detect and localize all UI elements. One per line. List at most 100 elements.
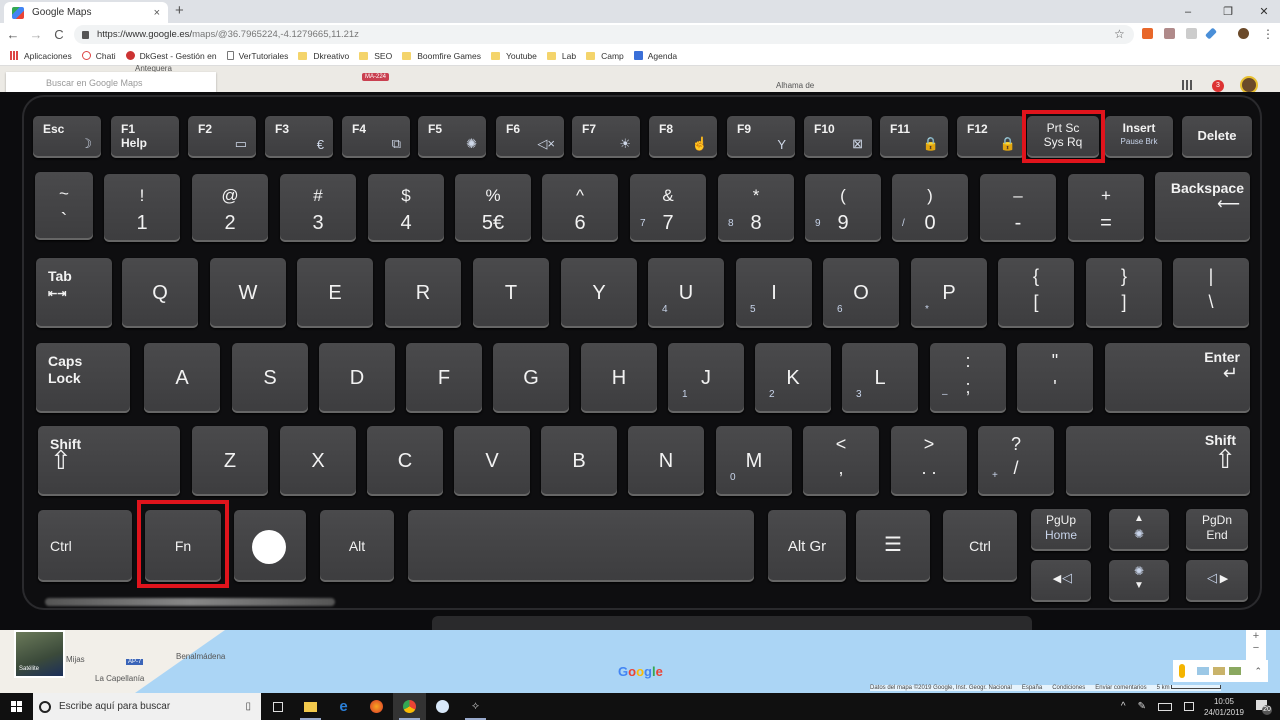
key-backspace[interactable]: Backspace ⟵ [1155, 172, 1250, 242]
key-w[interactable]: W [210, 258, 286, 328]
skype-extension-icon[interactable] [1186, 28, 1197, 39]
key-f[interactable]: F [406, 343, 482, 413]
key-e[interactable]: E [297, 258, 373, 328]
key-pgup[interactable]: PgUp Home [1031, 509, 1091, 551]
pegman-icon[interactable] [1179, 664, 1185, 678]
key-ctrl-right[interactable]: Ctrl [943, 510, 1017, 582]
map-feedback-link[interactable]: Enviar comentarios [1095, 685, 1146, 691]
key-space[interactable] [408, 510, 754, 582]
key-c[interactable]: C [367, 426, 443, 496]
key-f8[interactable]: F8 ☝ [649, 116, 717, 158]
key-f2[interactable]: F2 ▭ [188, 116, 256, 158]
key-shift-left[interactable]: Shift ⇧ [38, 426, 180, 496]
key-r[interactable]: R [385, 258, 461, 328]
taskbar-outlook[interactable] [426, 693, 459, 720]
key-tab[interactable]: Tab ⇤⇥ [36, 258, 112, 328]
zoom-in-button[interactable]: + [1246, 630, 1266, 642]
key-punct-bottom-2[interactable]: ? / + [978, 426, 1054, 496]
key-z[interactable]: Z [192, 426, 268, 496]
key-altgr[interactable]: Alt Gr [768, 510, 846, 582]
layer-thumb[interactable] [1197, 667, 1209, 675]
taskbar-edge[interactable]: e [327, 693, 360, 720]
key-=[interactable]: + = [1068, 174, 1144, 242]
taskbar-search-box[interactable]: Escribe aquí para buscar ▯ [33, 693, 261, 720]
tray-chevron-icon[interactable]: ^ [1121, 701, 1126, 712]
extension-icon[interactable] [1142, 28, 1153, 39]
key-bracket-1[interactable]: }] [1086, 258, 1162, 328]
key-prtsc[interactable]: Prt Sc Sys Rq [1027, 116, 1099, 158]
key-l[interactable]: L3 [842, 343, 918, 413]
google-apps-icon[interactable] [1182, 80, 1192, 90]
taskbar-app[interactable]: ⟡ [459, 693, 492, 720]
back-button[interactable]: ← [3, 27, 23, 42]
bookmark-vertutoriales[interactable]: VerTutoriales [226, 51, 288, 61]
taskbar-file-explorer[interactable] [294, 693, 327, 720]
layer-thumb[interactable] [1229, 667, 1241, 675]
clock[interactable]: 10:05 24/01/2019 [1204, 696, 1244, 718]
key-0[interactable]: ) 0/ [892, 174, 968, 242]
key-5€[interactable]: % 5€ [455, 174, 531, 242]
key-shift-right[interactable]: Shift ⇧ [1066, 426, 1250, 496]
key-f5[interactable]: F5 ✺ [418, 116, 486, 158]
bookmark-seo[interactable]: SEO [359, 51, 392, 61]
taskbar-firefox[interactable] [360, 693, 393, 720]
start-button[interactable] [0, 693, 33, 720]
action-center-icon[interactable]: 20 [1256, 699, 1272, 715]
bookmark-chati[interactable]: Chati [81, 51, 116, 61]
key-t[interactable]: T [473, 258, 549, 328]
key-right-arrow[interactable]: ◁ ▶ [1186, 560, 1248, 602]
key-windows[interactable] [234, 510, 306, 582]
key-enter[interactable]: Enter ↵ [1105, 343, 1250, 413]
key-f9[interactable]: F9 Y [727, 116, 795, 158]
layer-thumb[interactable] [1213, 667, 1225, 675]
map-region-link[interactable]: España [1022, 685, 1042, 691]
key-m[interactable]: M0 [716, 426, 792, 496]
key-f12[interactable]: F12 🔒 [957, 116, 1025, 158]
bookmark-aplicaciones[interactable]: Aplicaciones [10, 51, 72, 61]
key-down-arrow[interactable]: ✺ ▼ [1109, 560, 1169, 602]
forward-button[interactable]: → [26, 27, 46, 42]
key-8[interactable]: * 8 8 [718, 174, 794, 242]
key-y[interactable]: Y [561, 258, 637, 328]
expand-icon[interactable]: ⌃ [1254, 666, 1262, 677]
tab-google-maps[interactable]: Google Maps × [4, 2, 168, 23]
bookmark-youtube[interactable]: Youtube [491, 51, 537, 61]
map-terms-link[interactable]: Condiciones [1052, 685, 1085, 691]
bookmark-dkgest[interactable]: DkGest - Gestión en [125, 51, 217, 61]
notification-badge[interactable]: 3 [1212, 80, 1224, 92]
key-punct-1[interactable]: " ' [1017, 343, 1093, 413]
key-2[interactable]: @2 [192, 174, 268, 242]
key-bracket-0[interactable]: {[ [998, 258, 1074, 328]
pdf-extension-icon[interactable] [1164, 28, 1175, 39]
pen-workspace-icon[interactable]: ✎ [1138, 701, 1146, 712]
key-alt[interactable]: Alt [320, 510, 394, 582]
key-q[interactable]: Q [122, 258, 198, 328]
key-3[interactable]: #3 [280, 174, 356, 242]
key-insert[interactable]: Insert Pause Brk [1105, 116, 1173, 158]
restore-button[interactable]: ❐ [1208, 0, 1248, 23]
key-up-arrow[interactable]: ▲ ✺ [1109, 509, 1169, 551]
key-f6[interactable]: F6 ◁× [496, 116, 564, 158]
key-f3[interactable]: F3 € [265, 116, 333, 158]
key-7[interactable]: & 7 7 [630, 174, 706, 242]
address-bar[interactable]: https://www.google.es/maps/@36.7965224,-… [74, 25, 1134, 44]
key-9[interactable]: (9 9 [805, 174, 881, 242]
pen-extension-icon[interactable] [1204, 27, 1218, 40]
key-punct-bottom-1[interactable]: > . . [891, 426, 967, 496]
touchpad-icon[interactable] [1183, 702, 1194, 711]
key-punct-0[interactable]: :; – [930, 343, 1006, 413]
key-caps-lock[interactable]: Caps Lock [36, 343, 130, 413]
key-j[interactable]: J1 [668, 343, 744, 413]
microphone-icon[interactable]: ▯ [245, 701, 251, 712]
profile-avatar[interactable] [1238, 28, 1249, 39]
key-d[interactable]: D [319, 343, 395, 413]
bookmark-lab[interactable]: Lab [546, 51, 576, 61]
key-a[interactable]: A [144, 343, 220, 413]
key-4[interactable]: $4 [368, 174, 444, 242]
key-punct-bottom-0[interactable]: <, [803, 426, 879, 496]
key-esc[interactable]: Esc ☽ [33, 116, 101, 158]
key-o[interactable]: O6 [823, 258, 899, 328]
key-6[interactable]: ^ 6 [542, 174, 618, 242]
key-x[interactable]: X [280, 426, 356, 496]
bookmark-dkreativo[interactable]: Dkreativo [298, 51, 349, 61]
